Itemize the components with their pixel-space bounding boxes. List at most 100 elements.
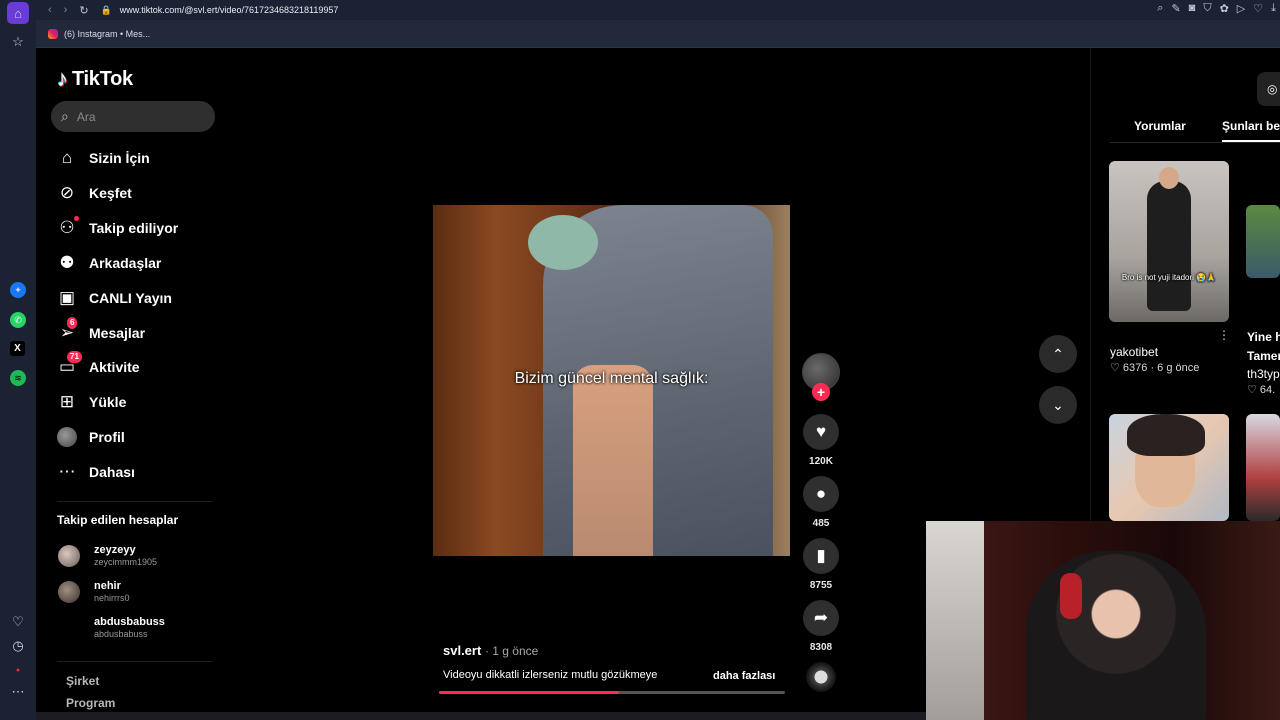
tab-comments[interactable]: Yorumlar: [1134, 119, 1186, 133]
following-accounts-title: Takip edilen hesaplar: [57, 513, 179, 527]
video-player[interactable]: Bizim güncel mental sağlık:: [433, 205, 790, 556]
notification-dot: [74, 216, 79, 221]
recommended-video-thumbnail[interactable]: [1246, 205, 1280, 278]
recommended-video-thumbnail[interactable]: Bro is not yuji itadori 😭🙏: [1109, 161, 1229, 322]
star-icon[interactable]: ☆: [8, 32, 28, 52]
live-icon: ▣: [58, 288, 76, 307]
whatsapp-icon[interactable]: ✆: [10, 312, 26, 328]
save-button[interactable]: ▮: [803, 538, 839, 574]
webcam-background: [926, 521, 984, 720]
back-icon[interactable]: ‹: [48, 4, 52, 16]
video-subject-cap: [528, 215, 598, 270]
camera-icon[interactable]: ◙: [1189, 2, 1196, 15]
recommended-stats: ♡ 64.: [1247, 384, 1276, 396]
ublock-icon[interactable]: ●: [8, 660, 28, 680]
more-button[interactable]: daha fazlası: [713, 670, 775, 682]
nav-aktivite[interactable]: ▭ 71 Aktivite: [57, 351, 212, 380]
download-icon[interactable]: ⤓: [1271, 2, 1276, 15]
tiktok-note-icon: ♪: [57, 66, 68, 91]
follow-plus-icon[interactable]: +: [812, 383, 830, 401]
reload-icon[interactable]: ↻: [79, 4, 88, 17]
video-description: Videoyu dikkatli izlerseniz mutlu gözükm…: [443, 669, 658, 681]
thumbnail-head: [1159, 167, 1179, 189]
following-account[interactable]: abdusbabuss abdusbabuss: [58, 616, 165, 639]
following-icon: ⚇: [57, 216, 79, 238]
search-box[interactable]: ⌕: [51, 101, 215, 132]
following-account[interactable]: nehir nehirrrs0: [58, 580, 130, 603]
spotify-icon[interactable]: ≋: [10, 370, 26, 386]
search-input[interactable]: [76, 109, 197, 124]
bookmark-icon: ▮: [816, 546, 826, 565]
edit-icon[interactable]: ✎: [1171, 2, 1180, 15]
bookmarks-bar: (6) Instagram • Mes...: [36, 20, 1280, 48]
chevron-down-icon: ⌄: [1052, 396, 1064, 413]
x-icon[interactable]: X: [10, 341, 25, 356]
recommended-video-thumbnail[interactable]: [1109, 414, 1229, 521]
video-caption-overlay: Bizim güncel mental sağlık:: [514, 370, 709, 387]
share-icon: ➦: [813, 608, 829, 627]
messages-badge: 6: [67, 317, 78, 329]
author-name[interactable]: svl.ert: [443, 643, 481, 658]
thumbnail-caption: Bro is not yuji itadori 😭🙏: [1121, 273, 1217, 282]
nav-takip-ediliyor[interactable]: ⚇ Takip ediliyor: [57, 215, 212, 241]
like-button[interactable]: ♥: [803, 414, 839, 450]
nav-sizin-icin[interactable]: ⌂ Sizin İçin: [57, 145, 212, 171]
nav-dahasi[interactable]: ⋯ Dahası: [57, 459, 212, 485]
nav-profil[interactable]: Profil: [57, 424, 212, 450]
following-account[interactable]: zeyzeyy zeycimmm1905: [58, 544, 157, 567]
more-dots-icon[interactable]: ⋯: [8, 682, 28, 702]
messenger-icon[interactable]: ✦: [10, 282, 26, 298]
extension-icon[interactable]: ✿: [1220, 2, 1229, 15]
search-icon: ⌕: [61, 108, 69, 124]
sidebar-divider: [57, 661, 212, 662]
active-tab-indicator: [1222, 140, 1280, 142]
video-author[interactable]: svl.ert · 1 g önce: [443, 643, 538, 658]
home-icon[interactable]: ⌂: [7, 2, 29, 24]
search-icon[interactable]: ⌕: [1157, 2, 1163, 15]
comment-icon: ●: [815, 484, 827, 503]
forward-icon[interactable]: ›: [64, 4, 68, 16]
taskbar: [36, 712, 926, 720]
avatar: [58, 580, 80, 603]
shield-icon[interactable]: ⛉: [1203, 2, 1211, 15]
footer-link-program[interactable]: Program: [66, 696, 115, 710]
video-progress-bar[interactable]: [439, 691, 785, 694]
kebab-menu-icon[interactable]: ⋮: [1218, 328, 1230, 342]
messages-icon: ➢ 6: [57, 317, 78, 343]
share-button[interactable]: ➦: [803, 600, 839, 636]
bookmark-instagram[interactable]: (6) Instagram • Mes...: [64, 29, 150, 39]
footer-link-sirket[interactable]: Şirket: [66, 674, 99, 688]
comment-button[interactable]: ●: [803, 476, 839, 512]
activity-icon: ▭ 71: [57, 351, 82, 377]
previous-video-button[interactable]: ⌃: [1039, 335, 1077, 373]
heart-icon[interactable]: ♡: [1253, 2, 1263, 15]
lock-icon[interactable]: 🔒: [101, 5, 112, 16]
video-subject-arm: [573, 365, 653, 556]
nav-yukle[interactable]: ⊞ Yükle: [57, 389, 212, 415]
play-icon[interactable]: ▷: [1237, 2, 1245, 15]
heart-icon[interactable]: ♡: [8, 612, 28, 632]
heart-icon: ♥: [815, 422, 827, 441]
panel-toggle-icon[interactable]: ◎: [1257, 72, 1280, 106]
recommended-user[interactable]: th3typ: [1247, 367, 1280, 381]
sidebar-divider: [57, 501, 212, 502]
tiktok-logo[interactable]: ♪ TikTok: [57, 66, 133, 92]
post-time: · 1 g önce: [484, 644, 539, 658]
recommended-title[interactable]: Tamer: [1247, 349, 1280, 363]
recommended-user[interactable]: yakotibet: [1110, 345, 1158, 359]
nav-mesajlar[interactable]: ➢ 6 Mesajlar: [57, 317, 212, 346]
nav-kesfet[interactable]: ⊘ Keşfet: [57, 180, 212, 206]
sound-disc[interactable]: [806, 662, 836, 692]
recommended-title[interactable]: Yine h: [1247, 330, 1280, 344]
save-count: 8755: [809, 580, 833, 591]
nav-canli-yayin[interactable]: ▣ CANLI Yayın: [57, 285, 212, 311]
nav-arkadaslar[interactable]: ⚉ Arkadaşlar: [57, 250, 212, 276]
history-icon[interactable]: ◷: [8, 636, 28, 656]
url-field[interactable]: www.tiktok.com/@svl.ert/video/7617234683…: [120, 5, 339, 15]
upload-icon: ⊞: [59, 392, 75, 411]
instagram-icon: [48, 28, 58, 39]
tab-you-may-like[interactable]: Şunları beğen: [1222, 119, 1280, 133]
next-video-button[interactable]: ⌄: [1039, 386, 1077, 424]
recommended-video-thumbnail[interactable]: [1246, 414, 1280, 521]
avatar: [58, 616, 80, 639]
